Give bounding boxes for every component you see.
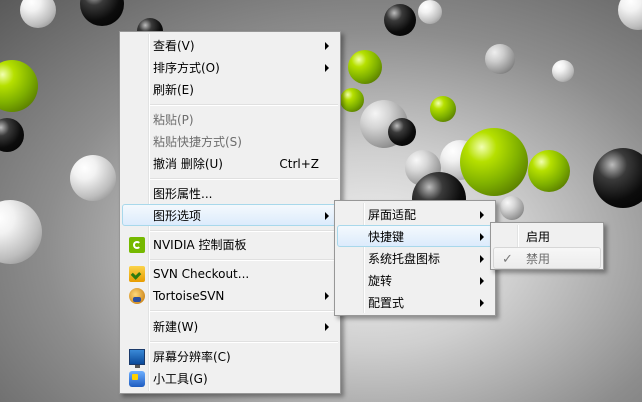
wallpaper-ball (348, 50, 382, 84)
svn-checkout-icon (129, 266, 145, 282)
submenu-arrow-icon (480, 277, 484, 285)
menu-item-label: 粘贴快捷方式(S) (153, 135, 242, 149)
menu-item-label: 查看(V) (153, 39, 195, 53)
menu-item-label: NVIDIA 控制面板 (153, 238, 247, 252)
menu-item-view[interactable]: 查看(V) (122, 34, 338, 56)
menu-item-label: 撤消 删除(U) (153, 157, 223, 171)
wallpaper-ball (485, 44, 515, 74)
wallpaper-ball (460, 128, 528, 196)
wallpaper-ball (0, 60, 38, 112)
menu-item-label: 小工具(G) (153, 372, 208, 386)
menu-item-label: 图形选项 (153, 209, 202, 223)
menu-item-shortcut: Ctrl+Z (279, 157, 319, 171)
submenu-arrow-icon (325, 323, 329, 331)
wallpaper-ball (593, 148, 642, 208)
wallpaper-ball (418, 0, 442, 24)
menu-item-svn-checkout[interactable]: SVN Checkout... (122, 262, 338, 284)
hotkeys-submenu: 启用 ✓ 禁用 (490, 222, 604, 270)
wallpaper-ball (500, 196, 524, 220)
menu-item-label: 排序方式(O) (153, 61, 220, 75)
menu-item-label: 配置式 (368, 296, 405, 310)
submenu-arrow-icon (480, 211, 484, 219)
menu-item-label: 快捷键 (368, 230, 405, 244)
screen-resolution-icon (129, 349, 145, 368)
menu-item-disable: ✓ 禁用 (493, 247, 601, 269)
menu-item-gadgets[interactable]: 小工具(G) (122, 367, 338, 389)
menu-item-graphics-properties[interactable]: 图形属性... (122, 182, 338, 204)
tortoisesvn-icon (129, 288, 145, 304)
wallpaper-ball (0, 118, 24, 152)
menu-item-hotkeys[interactable]: 快捷键 (337, 225, 493, 247)
menu-item-panel-fit[interactable]: 屏面适配 (337, 203, 493, 225)
menu-item-label: 屏面适配 (368, 208, 417, 222)
wallpaper-ball (528, 150, 570, 192)
menu-separator (150, 104, 338, 106)
submenu-arrow-icon (480, 233, 484, 241)
menu-item-tray-icon[interactable]: 系统托盘图标 (337, 247, 493, 269)
menu-item-label: 启用 (526, 230, 551, 244)
menu-separator (150, 178, 338, 180)
submenu-arrow-icon (325, 64, 329, 72)
menu-item-paste-shortcut: 粘贴快捷方式(S) (122, 130, 338, 152)
menu-item-label: SVN Checkout... (153, 267, 250, 281)
checkmark-icon: ✓ (502, 252, 513, 267)
wallpaper-ball (70, 155, 116, 201)
menu-item-profiles[interactable]: 配置式 (337, 291, 493, 313)
menu-item-screen-resolution[interactable]: 屏幕分辨率(C) (122, 345, 338, 368)
wallpaper-ball (80, 0, 124, 26)
menu-item-label: 系统托盘图标 (368, 252, 441, 266)
menu-item-enable[interactable]: 启用 (493, 225, 601, 247)
gadgets-icon (129, 371, 145, 387)
menu-item-sort-by[interactable]: 排序方式(O) (122, 56, 338, 78)
menu-item-label: 屏幕分辨率(C) (153, 350, 231, 364)
wallpaper-ball (388, 118, 416, 146)
menu-separator (150, 230, 338, 232)
submenu-arrow-icon (325, 292, 329, 300)
wallpaper-ball (340, 88, 364, 112)
graphics-options-submenu: 屏面适配 快捷键 系统托盘图标 旋转 配置式 (334, 200, 496, 316)
menu-item-graphics-options[interactable]: 图形选项 (122, 204, 338, 226)
desktop-context-menu: 查看(V) 排序方式(O) 刷新(E) 粘贴(P) 粘贴快捷方式(S) 撤消 删… (119, 31, 341, 394)
submenu-arrow-icon (480, 299, 484, 307)
menu-item-paste: 粘贴(P) (122, 108, 338, 130)
menu-item-label: 刷新(E) (153, 83, 194, 97)
menu-item-rotation[interactable]: 旋转 (337, 269, 493, 291)
menu-item-label: 图形属性... (153, 187, 213, 201)
menu-item-new[interactable]: 新建(W) (122, 315, 338, 337)
menu-item-label: 旋转 (368, 274, 393, 288)
menu-item-nvidia-control-panel[interactable]: NVIDIA 控制面板 (122, 233, 338, 255)
menu-separator (150, 341, 338, 343)
wallpaper-ball (618, 0, 642, 30)
menu-separator (150, 259, 338, 261)
menu-item-tortoisesvn[interactable]: TortoiseSVN (122, 284, 338, 306)
menu-item-undo-delete[interactable]: 撤消 删除(U) Ctrl+Z (122, 152, 338, 174)
menu-item-label: TortoiseSVN (153, 289, 225, 303)
wallpaper-ball (552, 60, 574, 82)
menu-item-refresh[interactable]: 刷新(E) (122, 78, 338, 100)
submenu-arrow-icon (325, 212, 329, 220)
menu-item-label: 粘贴(P) (153, 113, 194, 127)
submenu-arrow-icon (325, 42, 329, 50)
wallpaper-ball (430, 96, 456, 122)
wallpaper-ball (384, 4, 416, 36)
menu-item-label: 禁用 (526, 252, 551, 266)
menu-item-label: 新建(W) (153, 320, 199, 334)
wallpaper-ball (0, 200, 42, 264)
nvidia-icon (129, 237, 145, 253)
wallpaper-ball (20, 0, 56, 28)
menu-separator (150, 310, 338, 312)
submenu-arrow-icon (480, 255, 484, 263)
